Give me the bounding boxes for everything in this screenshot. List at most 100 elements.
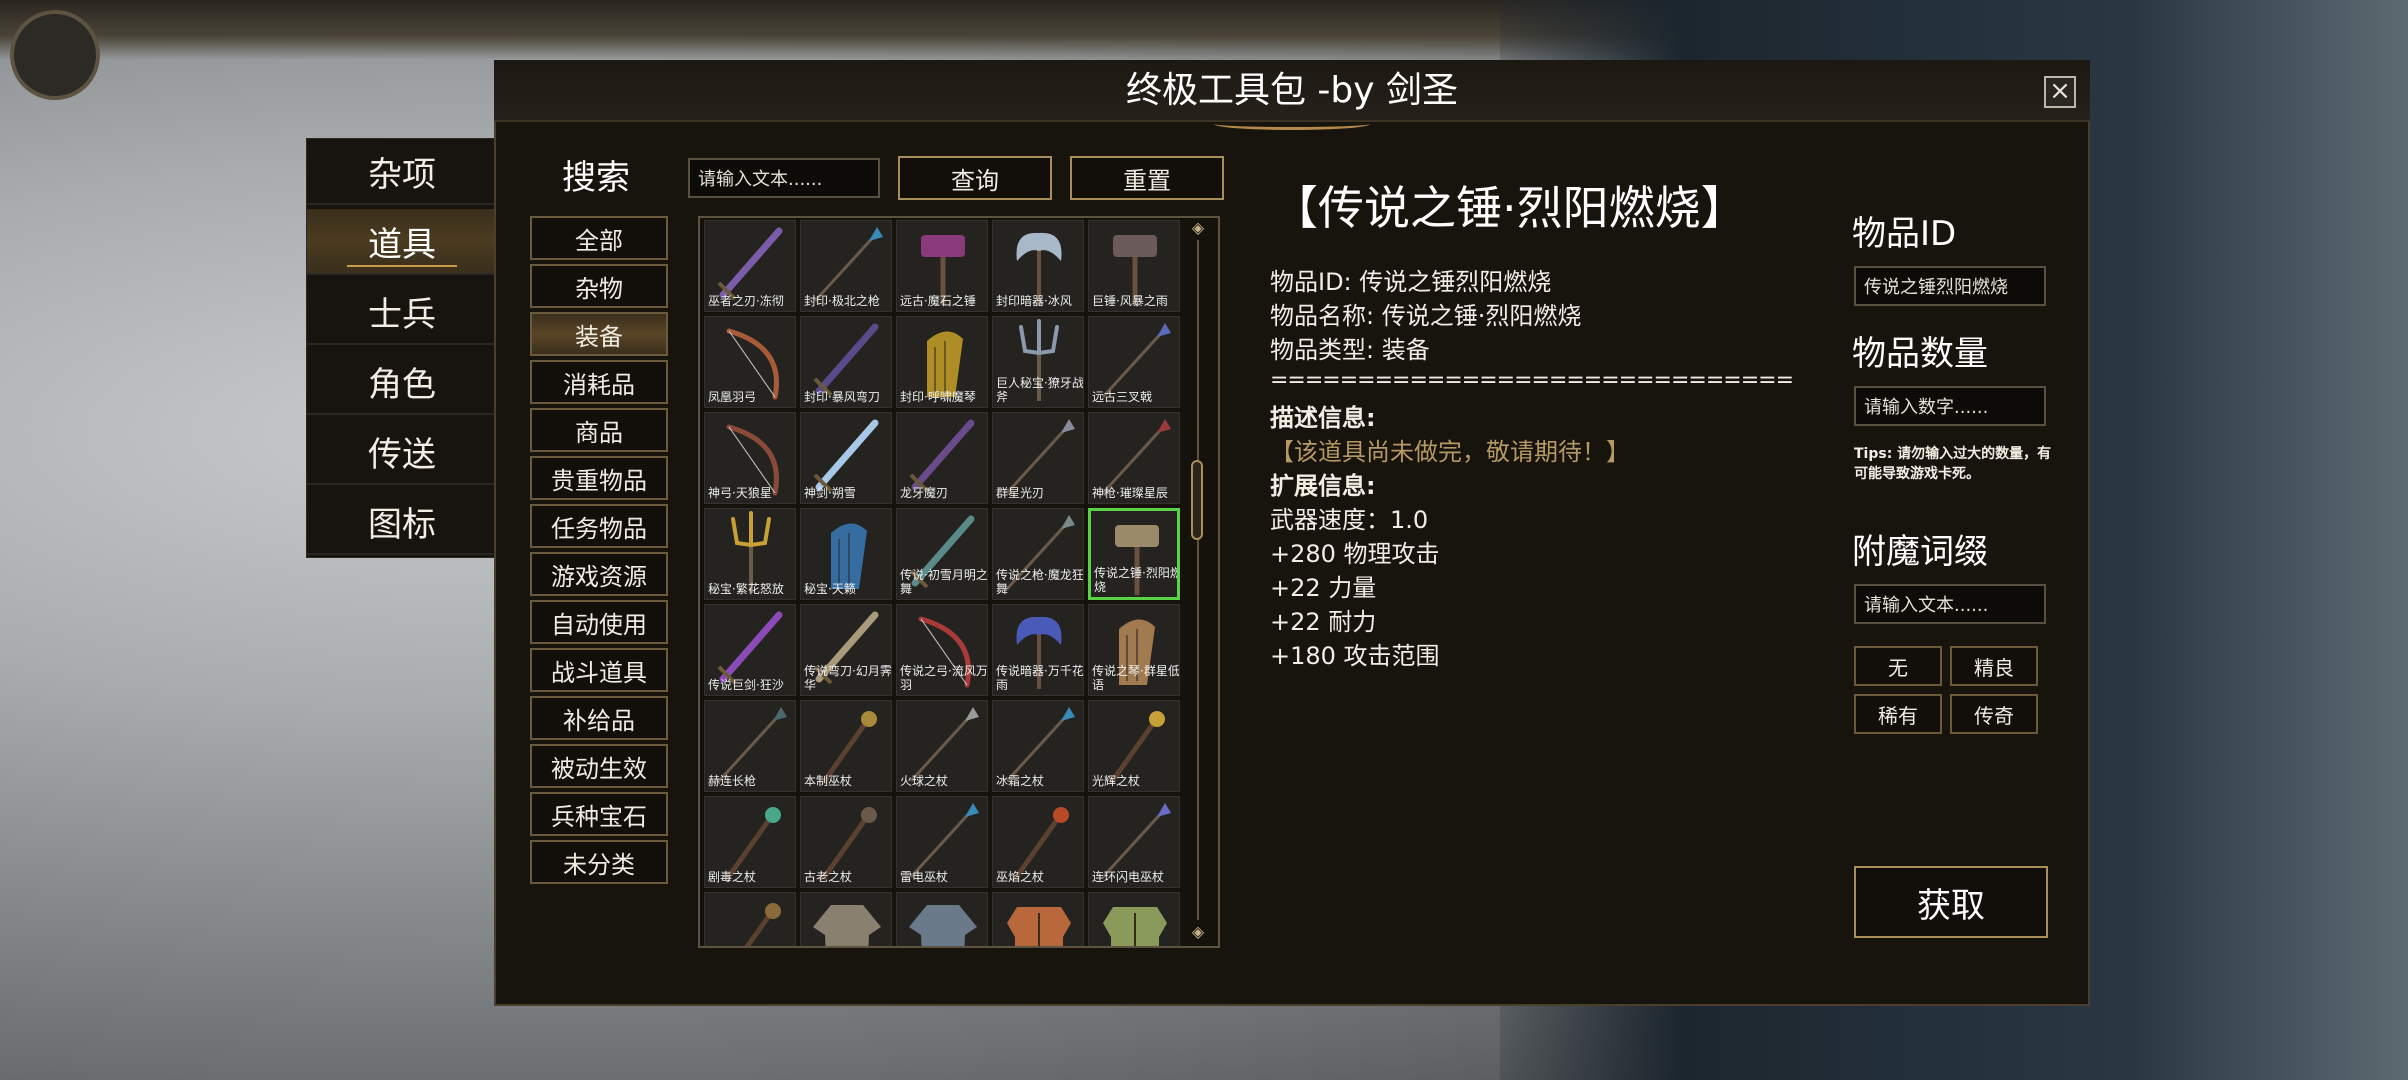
category-button[interactable]: 兵种宝石 — [530, 792, 668, 836]
category-button[interactable]: 杂物 — [530, 264, 668, 308]
item-slot[interactable]: 传说弯刀·幻月霁华 — [800, 604, 892, 696]
item-slot[interactable] — [992, 892, 1084, 946]
category-button[interactable]: 游戏资源 — [530, 552, 668, 596]
item-slot[interactable]: 传说之锤·烈阳燃烧 — [1088, 508, 1180, 600]
item-slot[interactable]: 剧毒之杖 — [704, 796, 796, 888]
item-slot[interactable]: 传说暗器·万千花雨 — [992, 604, 1084, 696]
item-name: 封印·暴风弯刀 — [804, 390, 880, 404]
window-title: 终极工具包 -by 剑圣 — [1125, 70, 1459, 111]
robe-icon — [813, 905, 881, 946]
robe-icon — [909, 905, 977, 946]
item-slot[interactable]: 传说之枪·魔龙狂舞 — [992, 508, 1084, 600]
category-button[interactable]: 商品 — [530, 408, 668, 452]
item-slot[interactable]: 光辉之杖 — [1088, 700, 1180, 792]
reset-button[interactable]: 重置 — [1070, 156, 1224, 200]
quality-rare-button[interactable]: 稀有 — [1854, 694, 1942, 734]
title-ornament — [1214, 118, 1370, 130]
item-slot[interactable]: 神枪·璀璨星辰 — [1088, 412, 1180, 504]
item-slot[interactable] — [800, 892, 892, 946]
item-name: 神枪·璀璨星辰 — [1092, 486, 1168, 500]
get-item-button[interactable]: 获取 — [1854, 866, 2048, 938]
item-name: 凤凰羽弓 — [708, 390, 757, 404]
grid-scrollbar[interactable]: ◈ ◈ — [1190, 220, 1206, 942]
quality-fine-button[interactable]: 精良 — [1950, 646, 2038, 686]
detail-id: 物品ID: 传说之锤烈阳燃烧 — [1270, 268, 1552, 296]
item-slot[interactable]: 神剑·朔雪 — [800, 412, 892, 504]
item-slot[interactable]: 封印·极北之枪 — [800, 220, 892, 312]
category-button[interactable]: 消耗品 — [530, 360, 668, 404]
side-menu-item[interactable]: 道具 — [307, 209, 497, 275]
category-button[interactable]: 补给品 — [530, 696, 668, 740]
category-button[interactable]: 装备 — [530, 312, 668, 356]
category-button[interactable]: 贵重物品 — [530, 456, 668, 500]
item-slot[interactable]: 封印暗器·冰风 — [992, 220, 1084, 312]
item-slot[interactable]: 巫焰之杖 — [992, 796, 1084, 888]
item-name: 巨人秘宝·獠牙战斧 — [996, 376, 1084, 404]
scroll-up-icon[interactable]: ◈ — [1190, 220, 1206, 236]
item-slot[interactable]: 雷电巫杖 — [896, 796, 988, 888]
item-slot[interactable] — [1088, 892, 1180, 946]
quality-legendary-button[interactable]: 传奇 — [1950, 694, 2038, 734]
item-slot[interactable]: 巫者之刃·冻彻 — [704, 220, 796, 312]
staff-icon — [744, 903, 781, 946]
item-slot[interactable]: 巨人秘宝·獠牙战斧 — [992, 316, 1084, 408]
item-name: 连环闪电巫杖 — [1092, 870, 1165, 884]
background-emblem — [10, 10, 100, 100]
side-menu-item[interactable]: 士兵 — [307, 279, 497, 345]
item-slot[interactable]: 封印·暴风弯刀 — [800, 316, 892, 408]
quantity-input[interactable]: 请输入数字...... — [1854, 386, 2046, 426]
item-slot[interactable]: 赫连长枪 — [704, 700, 796, 792]
scroll-down-icon[interactable]: ◈ — [1190, 924, 1206, 940]
item-slot[interactable]: 冰霜之杖 — [992, 700, 1084, 792]
item-name: 龙牙魔刃 — [900, 486, 949, 500]
item-slot[interactable]: 秘宝·繁花怒放 — [704, 508, 796, 600]
item-slot[interactable]: 本制巫杖 — [800, 700, 892, 792]
item-slot[interactable]: 远古·魔石之锤 — [896, 220, 988, 312]
category-button[interactable]: 被动生效 — [530, 744, 668, 788]
item-slot[interactable]: 传说之弓·流风万羽 — [896, 604, 988, 696]
item-slot[interactable]: 传说·初雪月明之舞 — [896, 508, 988, 600]
category-button[interactable]: 自动使用 — [530, 600, 668, 644]
item-name: 封印·呼啸魔琴 — [900, 390, 976, 404]
item-id-input[interactable]: 传说之锤烈阳燃烧 — [1854, 266, 2046, 306]
item-slot[interactable]: 远古三叉戟 — [1088, 316, 1180, 408]
item-slot[interactable] — [896, 892, 988, 946]
item-slot[interactable]: 封印·呼啸魔琴 — [896, 316, 988, 408]
quality-none-button[interactable]: 无 — [1854, 646, 1942, 686]
item-slot[interactable]: 秘宝·天籁 — [800, 508, 892, 600]
close-icon[interactable]: × — [2044, 76, 2076, 108]
scroll-track[interactable] — [1197, 240, 1199, 920]
item-name: 巫焰之杖 — [996, 870, 1045, 884]
item-slot[interactable]: 传说巨剑·狂沙 — [704, 604, 796, 696]
category-button[interactable]: 战斗道具 — [530, 648, 668, 692]
item-detail-title: 【传说之锤·烈阳燃烧】 — [1272, 181, 1747, 235]
item-slot[interactable]: 神弓·天狼星 — [704, 412, 796, 504]
item-slot[interactable]: 巨锤·风暴之雨 — [1088, 220, 1180, 312]
item-name: 传说之琴·群星低语 — [1092, 664, 1180, 692]
item-slot[interactable]: 群星光刃 — [992, 412, 1084, 504]
item-slot[interactable]: 传说之琴·群星低语 — [1088, 604, 1180, 696]
category-button[interactable]: 未分类 — [530, 840, 668, 884]
side-menu-item[interactable]: 传送 — [307, 419, 497, 485]
side-menu-item[interactable]: 角色 — [307, 349, 497, 415]
item-name: 传说巨剑·狂沙 — [708, 678, 784, 692]
search-input[interactable]: 请输入文本...... — [688, 158, 880, 198]
item-name: 本制巫杖 — [804, 774, 853, 788]
side-menu-item[interactable]: 杂项 — [307, 139, 497, 205]
category-button[interactable]: 全部 — [530, 216, 668, 260]
query-button[interactable]: 查询 — [898, 156, 1052, 200]
category-button[interactable]: 任务物品 — [530, 504, 668, 548]
item-name: 封印·极北之枪 — [804, 294, 880, 308]
item-slot[interactable]: 古老之杖 — [800, 796, 892, 888]
scroll-thumb[interactable] — [1191, 460, 1203, 540]
item-slot[interactable]: 龙牙魔刃 — [896, 412, 988, 504]
side-menu-item[interactable]: 图标 — [307, 489, 497, 555]
item-slot[interactable]: 凤凰羽弓 — [704, 316, 796, 408]
item-name: 秘宝·天籁 — [804, 582, 856, 596]
item-slot[interactable]: 连环闪电巫杖 — [1088, 796, 1180, 888]
enchant-input[interactable]: 请输入文本...... — [1854, 584, 2046, 624]
detail-separator: ============================== — [1270, 368, 1794, 393]
item-slot[interactable]: 火球之杖 — [896, 700, 988, 792]
item-name: 传说之枪·魔龙狂舞 — [996, 568, 1084, 596]
item-slot[interactable] — [704, 892, 796, 946]
